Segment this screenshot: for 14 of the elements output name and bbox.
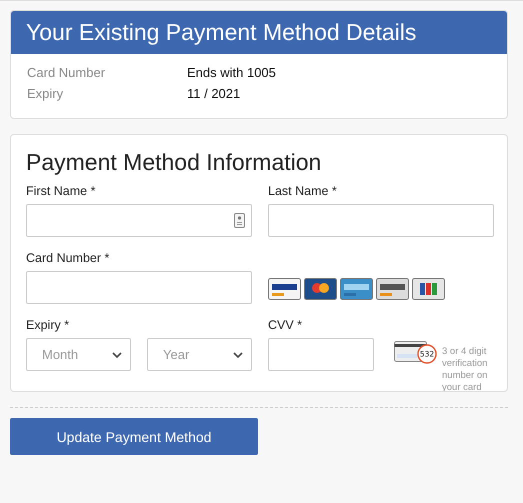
field-label: CVV *: [268, 318, 304, 332]
form-title: Payment Method Information: [26, 149, 322, 176]
field-value: Ends with 1005: [187, 65, 277, 80]
field-label: Expiry *: [26, 318, 70, 332]
field-label: Card Number: [27, 65, 106, 80]
field-label: Expiry: [27, 86, 64, 101]
month-select[interactable]: Month: [26, 338, 131, 371]
update-button[interactable]: Update Payment Method: [10, 418, 258, 455]
field-label: Card Number *: [26, 251, 110, 265]
card-header: Your Existing Payment Method Details: [11, 11, 507, 54]
field-label: First Name *: [26, 184, 96, 198]
field-value: 11 / 2021: [187, 86, 242, 101]
year-select[interactable]: Year: [147, 338, 252, 371]
field-label: Last Name *: [268, 184, 338, 198]
